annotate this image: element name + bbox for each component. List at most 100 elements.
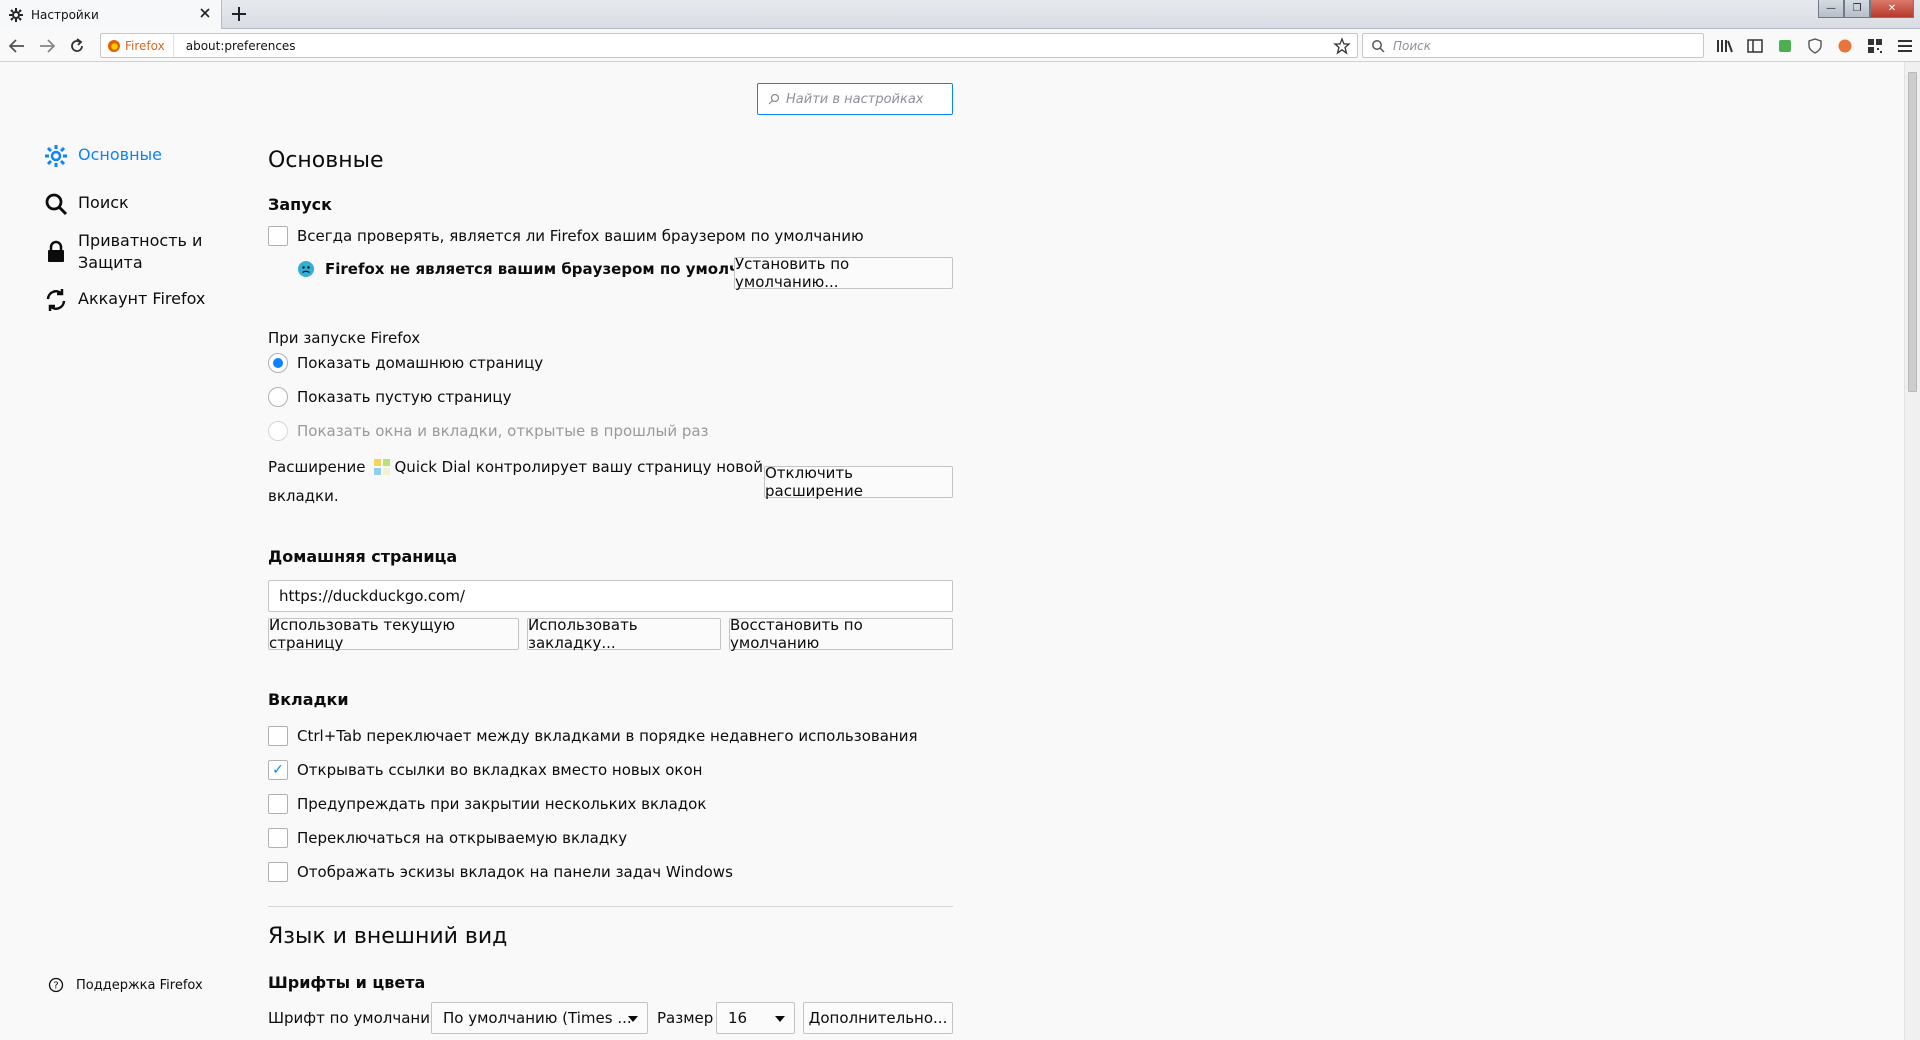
checkbox-label: Переключаться на открываемую вкладку (297, 829, 628, 847)
search-icon (1372, 39, 1385, 53)
identity-label: Firefox (125, 38, 165, 53)
sync-icon (46, 289, 66, 311)
not-default-notice: Firefox не является вашим браузером по у… (297, 260, 785, 278)
radio-selected[interactable] (268, 353, 288, 373)
tab-title: Настройки (31, 7, 99, 22)
disable-extension-button[interactable]: Отключить расширение (764, 464, 953, 500)
scrollbar[interactable] (1904, 62, 1920, 1040)
support-link[interactable]: ? Поддержка Firefox (48, 977, 203, 993)
restore-button[interactable]: ❐ (1844, 0, 1870, 18)
tab-strip: Настройки — ❐ ✕ (0, 0, 1920, 29)
default-font-value: По умолчанию (Times ... (443, 1009, 632, 1027)
toolbar-icons (1715, 36, 1920, 56)
not-default-text: Firefox не является вашим браузером по у… (325, 260, 785, 278)
chevron-down-icon (628, 1016, 638, 1022)
identity-box[interactable]: Firefox (101, 34, 174, 57)
close-window-button[interactable]: ✕ (1870, 0, 1914, 18)
reload-icon[interactable] (68, 37, 86, 55)
default-font-label: Шрифт по умолчанию (268, 1009, 443, 1027)
checkbox[interactable] (268, 862, 288, 882)
menu-icon[interactable] (1895, 36, 1915, 56)
tabs-option-switch-to-new[interactable]: Переключаться на открываемую вкладку (268, 828, 627, 848)
close-icon[interactable] (198, 6, 212, 20)
restore-default-button[interactable]: Восстановить по умолчанию (729, 616, 953, 652)
sidebar-item-account[interactable]: Аккаунт Firefox (44, 288, 218, 312)
window-controls: — ❐ ✕ (1818, 0, 1914, 18)
checkbox-label: Открывать ссылки во вкладках вместо новы… (297, 761, 703, 779)
extension-orange-icon[interactable] (1835, 36, 1855, 56)
page-title: Основные (268, 148, 384, 173)
set-default-button[interactable]: Установить по умолчанию... (734, 255, 953, 291)
homepage-url-input[interactable]: https://duckduckgo.com/ (268, 580, 953, 612)
firefox-logo-icon (108, 39, 120, 52)
checkbox[interactable] (268, 794, 288, 814)
web-search-placeholder: Поиск (1393, 38, 1432, 53)
font-size-select[interactable]: 16 (716, 1002, 795, 1034)
section-divider (268, 906, 953, 907)
quick-dial-icon (373, 459, 390, 475)
lock-icon (48, 240, 64, 262)
checkbox[interactable] (268, 828, 288, 848)
sidebar-toggle-icon[interactable] (1745, 36, 1765, 56)
checkmark-icon: ✓ (272, 762, 284, 778)
checkbox[interactable] (268, 226, 288, 246)
shield-icon[interactable] (1805, 36, 1825, 56)
tabs-option-taskbar-previews[interactable]: Отображать эскизы вкладок на панели зада… (268, 862, 733, 882)
library-icon[interactable] (1715, 36, 1735, 56)
home-heading: Домашняя страница (268, 547, 458, 566)
checkbox-checked[interactable]: ✓ (268, 760, 288, 780)
extension-text-2: контролирует вашу страницу новой (475, 458, 763, 476)
svg-text:?: ? (53, 981, 58, 992)
extension-text-3: вкладки. (268, 487, 339, 505)
web-search-bar[interactable]: Поиск (1362, 33, 1704, 58)
sidebar-item-privacy[interactable]: Приватность и Защита (44, 230, 218, 274)
qr-code-icon[interactable] (1865, 36, 1885, 56)
extension-green-icon[interactable] (1775, 36, 1795, 56)
startup-option-homepage[interactable]: Показать домашнюю страницу (268, 353, 543, 373)
use-bookmark-button[interactable]: Использовать закладку... (527, 616, 721, 652)
minimize-button[interactable]: — (1818, 0, 1844, 18)
sidebar-item-search[interactable]: Поиск (44, 192, 218, 216)
support-label: Поддержка Firefox (76, 977, 203, 993)
on-startup-label: При запуске Firefox (268, 329, 421, 347)
forward-icon[interactable] (38, 37, 56, 55)
tabs-option-ctrl-tab[interactable]: Ctrl+Tab переключает между вкладками в п… (268, 726, 918, 746)
default-font-select[interactable]: По умолчанию (Times ... (431, 1002, 648, 1034)
preferences-search-input[interactable]: Найти в настройках (757, 83, 953, 115)
extension-text-1: Расширение (268, 458, 366, 476)
radio-label: Показать окна и вкладки, открытые в прош… (297, 422, 709, 440)
advanced-fonts-button[interactable]: Дополнительно... (803, 1002, 953, 1034)
sidebar-item-label: Поиск (78, 193, 129, 212)
preferences-page: Найти в настройках Основные Поиск Приват… (0, 62, 1904, 1040)
tab-settings[interactable]: Настройки (0, 0, 222, 29)
search-icon (768, 93, 780, 105)
tabs-option-warn-close[interactable]: Предупреждать при закрытии нескольких вк… (268, 794, 706, 814)
checkbox[interactable] (268, 726, 288, 746)
nav-bar: Firefox about:preferences Поиск (0, 29, 1920, 62)
radio-dot (273, 358, 283, 368)
sidebar-item-label: Приватность и Защита (78, 231, 203, 272)
use-current-page-button[interactable]: Использовать текущую страницу (268, 616, 519, 652)
gear-icon (45, 145, 67, 167)
checkbox-label: Предупреждать при закрытии нескольких вк… (297, 795, 707, 813)
bookmark-star-icon[interactable] (1333, 36, 1351, 55)
tabs-heading: Вкладки (268, 690, 349, 709)
radio[interactable] (268, 387, 288, 407)
checkbox-label: Ctrl+Tab переключает между вкладками в п… (297, 727, 918, 745)
font-size-value: 16 (728, 1009, 748, 1027)
scrollbar-thumb[interactable] (1908, 72, 1917, 392)
radio-label: Показать пустую страницу (297, 388, 512, 406)
search-icon (45, 193, 68, 216)
language-title: Язык и внешний вид (268, 924, 508, 949)
radio-disabled (268, 421, 288, 441)
extension-name: Quick Dial (394, 458, 471, 476)
startup-option-blank[interactable]: Показать пустую страницу (268, 387, 512, 407)
help-icon: ? (48, 977, 64, 993)
new-tab-button[interactable] (230, 5, 248, 23)
sidebar-item-general[interactable]: Основные (44, 144, 218, 168)
tabs-option-open-in-tabs[interactable]: ✓ Открывать ссылки во вкладках вместо но… (268, 760, 702, 780)
url-bar[interactable]: Firefox about:preferences (100, 33, 1358, 58)
url-text[interactable]: about:preferences (186, 39, 1333, 53)
back-icon[interactable] (8, 37, 26, 55)
always-check-default-checkbox[interactable]: Всегда проверять, является ли Firefox ва… (268, 226, 864, 246)
